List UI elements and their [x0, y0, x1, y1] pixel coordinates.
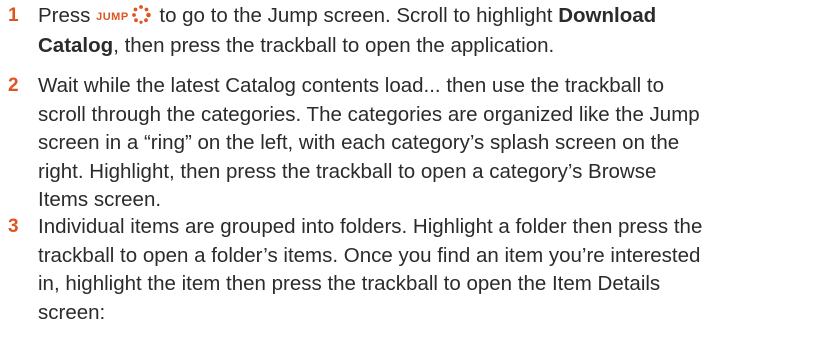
step-line: Individual items are grouped into folder… [38, 215, 703, 238]
app-name-bold: Catalog [38, 33, 114, 57]
jump-key-label: JUMP [96, 11, 129, 23]
text-segment: to go to the Jump screen. Scroll to high… [153, 4, 559, 27]
step-line: trackball to open a folder’s items. Once… [38, 243, 701, 267]
step-number: 2 [8, 75, 19, 96]
step-line: right. Highlight, then press the trackba… [38, 159, 657, 183]
step-text: Individual items are grouped into folder… [38, 213, 836, 327]
step-number: 1 [8, 5, 19, 26]
step-number: 3 [8, 216, 19, 237]
app-name-bold: Download [558, 4, 657, 27]
text-segment: , then press the trackball to open the a… [113, 33, 555, 57]
step-line: Items screen. [38, 188, 162, 211]
step-line: Catalog, then press the trackball to ope… [38, 32, 836, 61]
step-line: screen in a “ring” on the left, with eac… [38, 131, 680, 154]
text-segment: Press [38, 4, 97, 27]
jump-dots-icon [130, 4, 152, 24]
step-text: Wait while the latest Catalog contents l… [38, 72, 836, 215]
step-line: scroll through the categories. The categ… [38, 102, 700, 126]
step-2: 2 Wait while the latest Catalog contents… [0, 72, 839, 216]
step-text: Press JUMP to go to the Jump screen. Scr… [38, 2, 836, 60]
step-line: Wait while the latest Catalog contents l… [38, 74, 664, 97]
step-line: Press JUMP to go to the Jump screen. Scr… [38, 2, 836, 32]
step-1: 1 Press JUMP to go to the Jump screen. S… [0, 2, 839, 60]
step-3: 3 Individual items are grouped into fold… [0, 213, 839, 333]
step-line: screen: [38, 300, 106, 324]
step-line: in, highlight the item then press the tr… [38, 272, 661, 295]
